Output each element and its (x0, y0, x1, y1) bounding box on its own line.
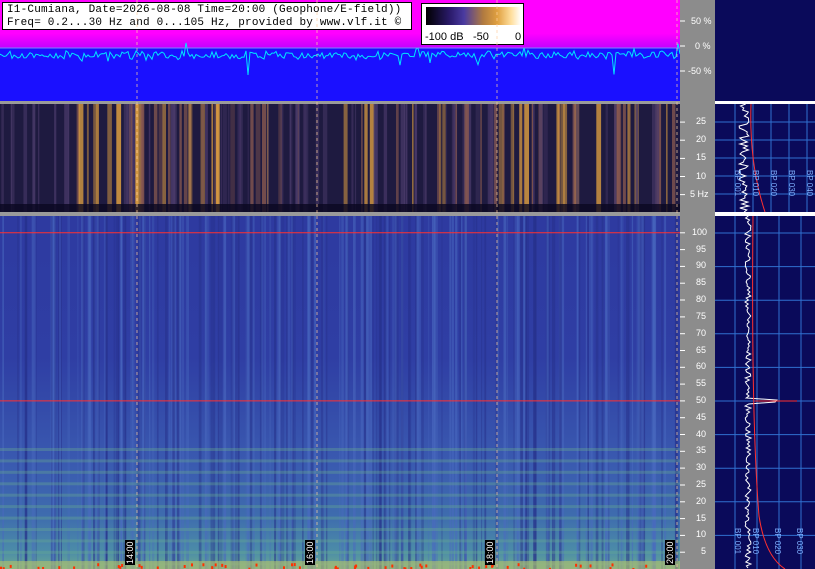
bp-label-upper-2: BP 010 (751, 170, 760, 197)
high-tick-label: 90 (696, 260, 707, 271)
time-label-1600: 16:00 (305, 540, 315, 565)
profile-low-svg (715, 216, 815, 569)
high-tick-label: 70 (696, 327, 707, 338)
high-tick-label: 50 (696, 394, 707, 405)
time-label-1400: 14:00 (125, 540, 135, 565)
high-tick-label: 60 (696, 361, 707, 372)
high-tick-label: 5 (701, 546, 707, 557)
wave-tick-0: 0 % (695, 41, 711, 51)
bp-label-upper-3: BP 020 (769, 170, 778, 197)
profile-panel-low (715, 216, 815, 569)
high-tick-label: 55 (696, 378, 707, 389)
high-tick-label: 45 (696, 411, 707, 422)
profile-mid-svg (715, 104, 815, 212)
bp-label-upper-1: BP 001 (733, 170, 742, 197)
low-tick-label: 5 Hz (690, 188, 709, 199)
high-tick-label: 75 (696, 310, 707, 321)
high-tick-label: 95 (696, 243, 707, 254)
high-tick-label: 25 (696, 479, 707, 489)
high-tick-label: 30 (696, 462, 707, 473)
profile-panel-mid (715, 104, 815, 212)
high-tick-label: 35 (696, 445, 707, 456)
high-tick-label: 20 (696, 495, 707, 506)
profile-panel-top (715, 0, 815, 101)
low-tick-label: 25 (696, 116, 707, 127)
high-tick-label: 85 (696, 277, 707, 288)
bp-label-lower-1: BP 001 (733, 528, 742, 555)
low-tick-label: 20 (696, 134, 707, 145)
profile-separator (715, 101, 815, 104)
profile-separator (715, 212, 815, 216)
wave-tick-neg50: -50 % (688, 66, 712, 76)
profile-trace (743, 216, 778, 569)
time-label-1800: 18:00 (485, 540, 495, 565)
high-tick-label: 10 (696, 529, 707, 540)
low-tick-label: 15 (696, 152, 707, 163)
bp-label-lower-2: BP 010 (751, 528, 760, 555)
bp-label-upper-5: BP 040 (805, 170, 814, 197)
high-tick-label: 65 (696, 344, 707, 355)
bp-label-lower-4: BP 030 (795, 528, 804, 555)
bp-label-upper-4: BP 030 (787, 170, 796, 197)
frequency-axis-column: 50 % 0 % -50 % 25 20 15 10 5 Hz 100 95 90 85 80 7… (680, 0, 715, 569)
time-gridlines (136, 0, 678, 569)
high-tick-label: 80 (696, 294, 707, 304)
low-tick-label: 10 (696, 170, 707, 181)
wave-tick-50: 50 % (691, 16, 712, 26)
bp-label-lower-3: BP 020 (773, 528, 782, 555)
time-label-2000: 20:00 (665, 540, 675, 565)
high-tick-label: 40 (696, 428, 707, 439)
high-tick-label: 100 (692, 226, 708, 237)
high-tick-label: 15 (696, 512, 707, 523)
